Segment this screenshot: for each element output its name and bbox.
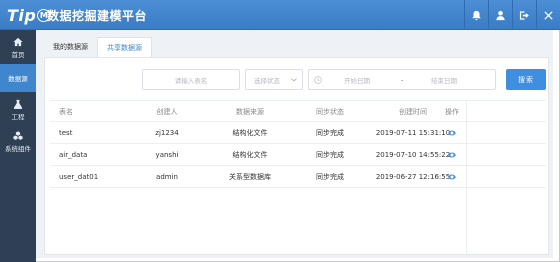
top-header: Tip M 数据挖掘建模平台 <box>0 0 560 30</box>
sidebar-item-label: 数据源 <box>8 75 28 83</box>
end-date-placeholder: 结束日期 <box>431 76 457 85</box>
table-header-row: 表名 创建人 数据来源 同步状态 创建时间 操作 <box>50 100 546 122</box>
table-row: user_dat01 admin 关系型数据库 同步完成 2019-06-27 … <box>50 166 546 188</box>
table-row: test zj1234 结构化文件 同步完成 2019-07-11 15:31:… <box>50 122 546 144</box>
status-select[interactable]: 选择状态 <box>245 69 303 90</box>
header-creator: 创建人 <box>156 108 178 116</box>
close-icon[interactable] <box>536 0 560 30</box>
sidebar-item-label: 系统组件 <box>5 145 31 153</box>
cell-source: 结构化文件 <box>232 129 268 137</box>
cell-creator: admin <box>156 173 178 181</box>
sidebar-item-label: 首页 <box>11 51 25 59</box>
user-icon[interactable] <box>488 0 512 30</box>
cell-table-name: air_data <box>59 151 88 159</box>
clock-icon <box>314 76 322 84</box>
chevron-down-icon <box>291 78 297 82</box>
table-name-placeholder: 请输入表名 <box>174 76 208 85</box>
sidebar: 首页 数据源 工程 系统组件 <box>0 30 36 262</box>
datasource-table: 表名 创建人 数据来源 同步状态 创建时间 操作 test zj1234 结构化… <box>50 100 546 256</box>
cell-sync-status: 同步完成 <box>316 173 344 181</box>
date-separator: - <box>401 75 404 84</box>
main-content: 我的数据源 共享数据源 请输入表名 选择状态 开始日期 - 结束日期 搜索 表名… <box>36 30 553 258</box>
datasource-panel: 请输入表名 选择状态 开始日期 - 结束日期 搜索 表名 创建人 数据来源 同步… <box>44 57 549 256</box>
view-eye-icon[interactable] <box>442 144 462 166</box>
flask-icon <box>13 99 23 109</box>
cell-sync-status: 同步完成 <box>316 129 344 137</box>
tab-bar: 我的数据源 共享数据源 <box>44 37 152 57</box>
cell-source: 关系型数据库 <box>229 173 271 181</box>
start-date-placeholder: 开始日期 <box>344 76 370 85</box>
logout-icon[interactable] <box>512 0 536 30</box>
header-source: 数据来源 <box>236 108 264 116</box>
header-table-name: 表名 <box>59 108 73 116</box>
tab-my-datasource[interactable]: 我的数据源 <box>44 37 97 57</box>
cell-sync-status: 同步完成 <box>316 151 344 159</box>
cell-table-name: test <box>59 129 73 137</box>
logo-text: Tip <box>7 5 37 25</box>
search-button[interactable]: 搜索 <box>506 69 546 90</box>
cell-creator: yanshi <box>155 151 179 159</box>
cell-table-name: user_dat01 <box>59 173 99 181</box>
bell-icon[interactable] <box>464 0 488 30</box>
app-title: 数据挖掘建模平台 <box>47 9 148 23</box>
view-eye-icon[interactable] <box>442 122 462 144</box>
cell-source: 结构化文件 <box>232 151 268 159</box>
logo: Tip M <box>7 5 51 25</box>
sidebar-item-project[interactable]: 工程 <box>0 94 36 126</box>
header-action: 操作 <box>445 108 459 116</box>
sidebar-item-datasource[interactable]: 数据源 <box>0 64 36 92</box>
sidebar-item-home[interactable]: 首页 <box>0 32 36 64</box>
sidebar-item-components[interactable]: 系统组件 <box>0 126 36 158</box>
status-placeholder: 选择状态 <box>254 76 280 85</box>
home-icon <box>13 37 23 47</box>
cubes-icon <box>13 131 23 140</box>
cell-creator: zj1234 <box>155 129 179 137</box>
tab-shared-datasource[interactable]: 共享数据源 <box>97 37 152 57</box>
header-sync-status: 同步状态 <box>316 108 344 116</box>
table-row: air_data yanshi 结构化文件 同步完成 2019-07-10 14… <box>50 144 546 166</box>
view-eye-icon[interactable] <box>442 166 462 188</box>
date-range-picker[interactable]: 开始日期 - 结束日期 <box>308 69 496 90</box>
table-name-input[interactable]: 请输入表名 <box>142 69 240 90</box>
sidebar-item-label: 工程 <box>11 113 25 121</box>
